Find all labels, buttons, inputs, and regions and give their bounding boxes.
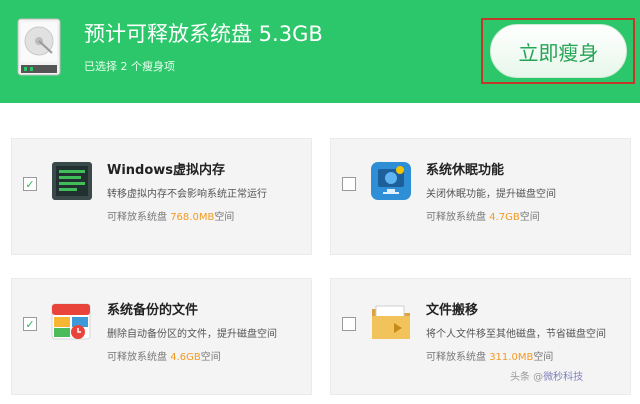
item-card-file-move: 文件搬移 将个人文件移至其他磁盘，节省磁盘空间 可释放系统盘 311.0MB空间 xyxy=(330,278,631,395)
page-title: 预计可释放系统盘 5.3GB xyxy=(84,22,323,46)
backup-calendar-icon xyxy=(51,303,91,340)
item-size-text: 可释放系统盘 4.6GB空间 xyxy=(107,352,221,363)
item-card-virtual-memory: ✓ Windows虚拟内存 转移虚拟内存不会影响系统正常运行 可释放系统盘 76… xyxy=(11,138,312,255)
item-size-value: 311.0MB xyxy=(489,352,534,363)
slim-now-button[interactable]: 立即瘦身 xyxy=(490,24,627,78)
item-title: Windows虚拟内存 xyxy=(107,163,226,178)
sleep-monitor-icon xyxy=(371,162,411,200)
item-title: 系统备份的文件 xyxy=(107,303,199,318)
item-desc: 将个人文件移至其他磁盘，节省磁盘空间 xyxy=(426,329,606,340)
watermark: 头条 @微秒科技 xyxy=(510,372,584,383)
selected-count-text: 已选择 2 个瘦身项 xyxy=(84,60,175,73)
item-title: 文件搬移 xyxy=(426,303,479,318)
hard-disk-icon xyxy=(17,18,61,76)
item-desc: 关闭休眠功能，提升磁盘空间 xyxy=(426,189,556,200)
item-title: 系统休眠功能 xyxy=(426,163,505,178)
item-size-value: 4.6GB xyxy=(170,352,201,363)
memory-chip-icon xyxy=(52,162,92,200)
item-size-text: 可释放系统盘 768.0MB空间 xyxy=(107,212,235,223)
item-card-system-backup: ✓ 系统备份的文件 删除自动备份区的文件，提升磁盘空间 可释放系统盘 4.6GB… xyxy=(11,278,312,395)
item-size-text: 可释放系统盘 311.0MB空间 xyxy=(426,352,554,363)
checkbox-virtual-memory[interactable]: ✓ xyxy=(23,177,37,191)
item-desc: 转移虚拟内存不会影响系统正常运行 xyxy=(107,189,267,200)
checkbox-file-move[interactable] xyxy=(342,317,356,331)
item-size-value: 4.7GB xyxy=(489,212,520,223)
item-size-value: 768.0MB xyxy=(170,212,215,223)
item-card-hibernate: 系统休眠功能 关闭休眠功能，提升磁盘空间 可释放系统盘 4.7GB空间 xyxy=(330,138,631,255)
checkbox-system-backup[interactable]: ✓ xyxy=(23,317,37,331)
folder-move-icon xyxy=(372,305,410,339)
item-size-text: 可释放系统盘 4.7GB空间 xyxy=(426,212,540,223)
item-desc: 删除自动备份区的文件，提升磁盘空间 xyxy=(107,329,277,340)
checkbox-hibernate[interactable] xyxy=(342,177,356,191)
